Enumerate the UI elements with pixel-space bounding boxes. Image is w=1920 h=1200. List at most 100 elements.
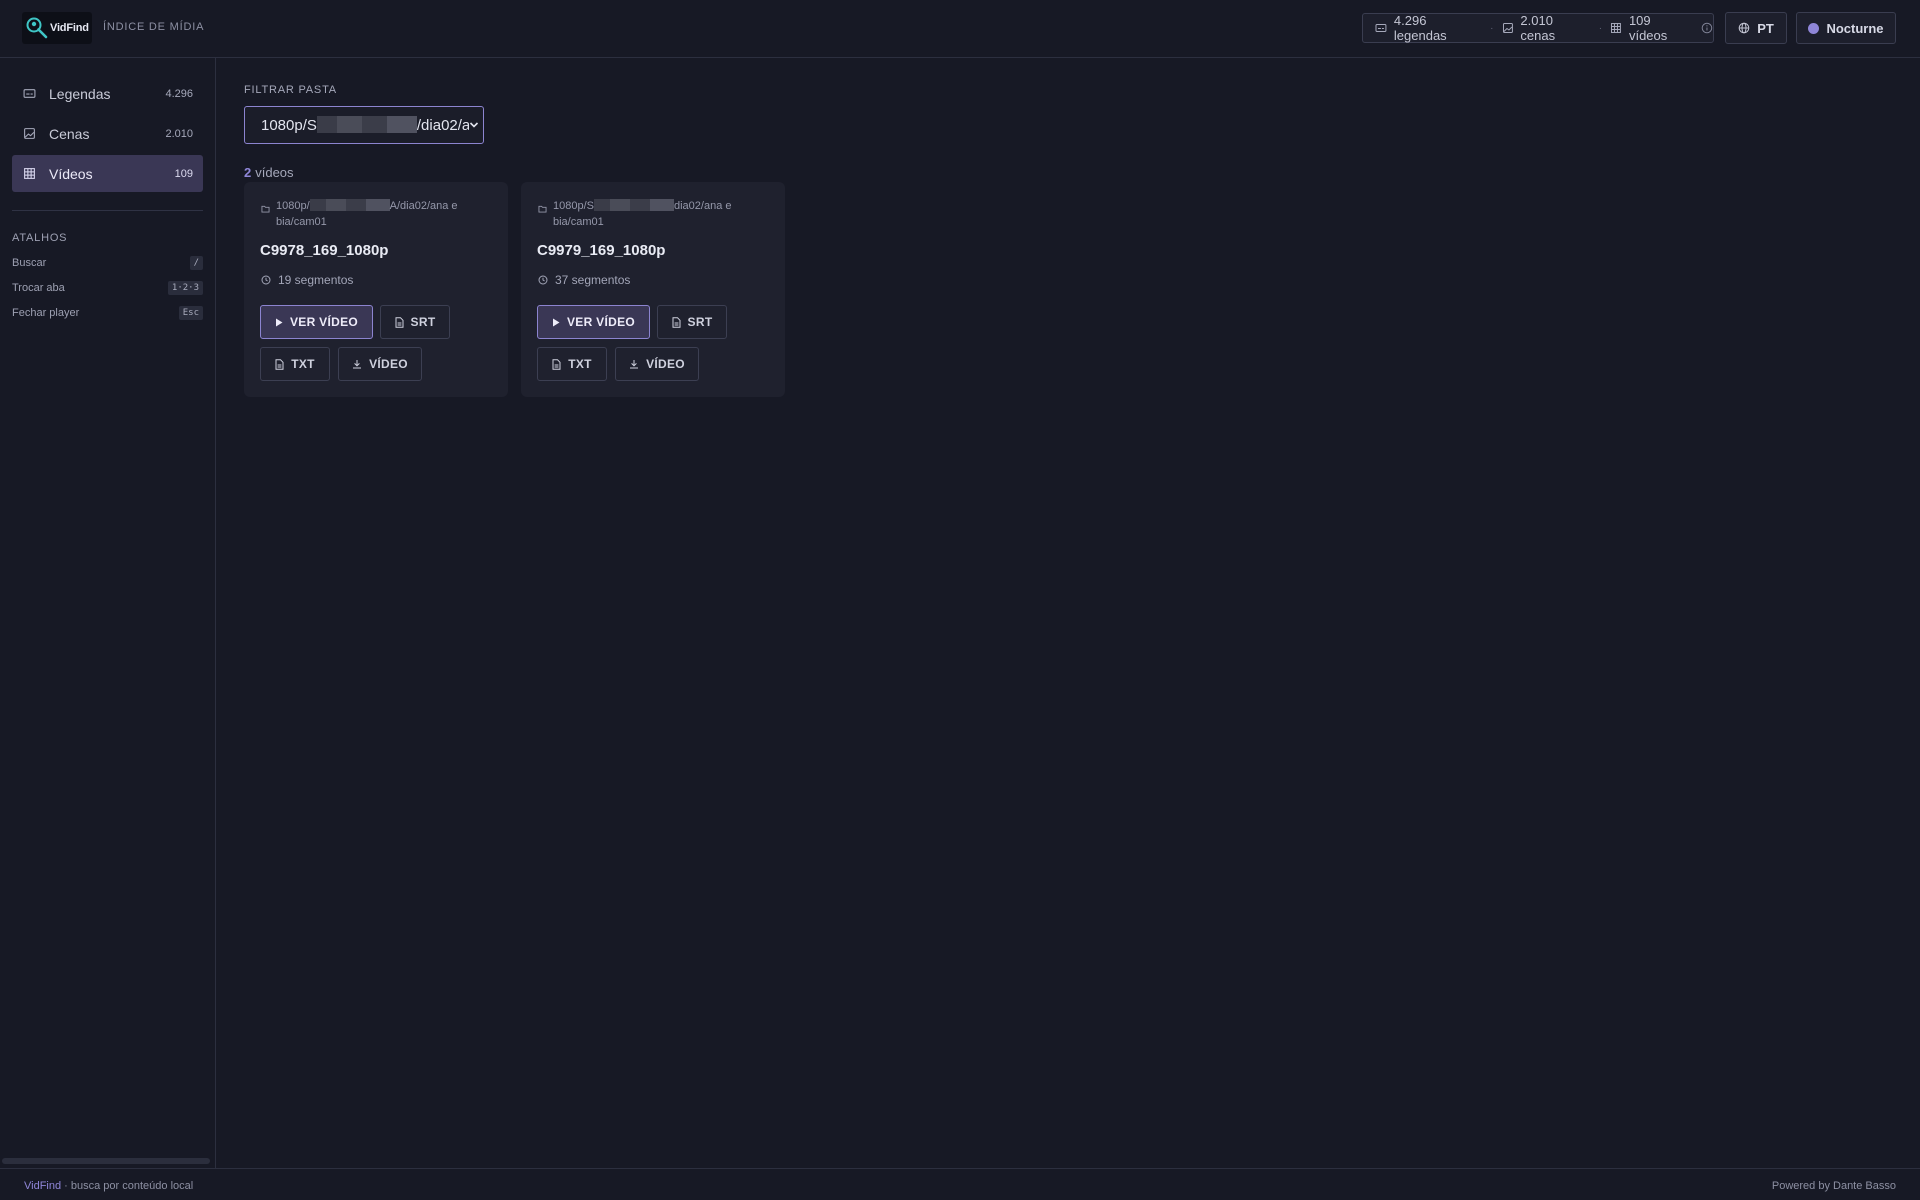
download-txt-button[interactable]: TXT bbox=[260, 347, 330, 381]
info-icon[interactable] bbox=[1701, 22, 1713, 34]
download-srt-button[interactable]: SRT bbox=[380, 305, 450, 339]
watch-video-button[interactable]: VER VÍDEO bbox=[537, 305, 650, 339]
globe-icon bbox=[1738, 22, 1750, 34]
folder-icon bbox=[538, 205, 547, 213]
shortcut-row: Trocar aba 1·2·3 bbox=[12, 279, 203, 297]
grid-icon bbox=[24, 168, 35, 179]
file-icon bbox=[552, 358, 561, 370]
app-subtitle: ÍNDICE DE MÍDIA bbox=[103, 21, 205, 33]
video-card: 1080p/A/dia02/ana e bia/cam01 C9978_169_1… bbox=[244, 182, 508, 397]
download-video-button[interactable]: VÍDEO bbox=[615, 347, 699, 381]
download-txt-button[interactable]: TXT bbox=[537, 347, 607, 381]
txt-label: TXT bbox=[568, 357, 592, 371]
footer-brand[interactable]: VidFind bbox=[24, 1180, 61, 1192]
redacted-block bbox=[316, 116, 417, 133]
theme-color-dot bbox=[1808, 22, 1820, 34]
path-prefix: 1080p/ bbox=[276, 200, 310, 212]
sidebar-item-count: 4.296 bbox=[165, 87, 193, 100]
file-icon bbox=[672, 316, 681, 328]
app-footer: VidFind · busca por conteúdo local Power… bbox=[0, 1168, 1920, 1200]
chevron-down-icon bbox=[469, 122, 479, 128]
magnifier-logo-icon bbox=[26, 17, 48, 39]
sidebar-item-label: Vídeos bbox=[49, 165, 93, 182]
folder-filter-value-suffix: /dia02/a bbox=[416, 117, 469, 134]
download-video-button[interactable]: VÍDEO bbox=[338, 347, 422, 381]
footer-tagline: · busca por conteúdo local bbox=[61, 1180, 194, 1192]
sidebar-item-count: 109 bbox=[174, 167, 193, 180]
watch-video-label: VER VÍDEO bbox=[566, 315, 636, 329]
app-logo[interactable]: VidFind bbox=[22, 12, 92, 44]
subtitles-icon bbox=[1375, 24, 1387, 32]
footer-left: VidFind · busca por conteúdo local bbox=[24, 1180, 193, 1192]
download-srt-button[interactable]: SRT bbox=[657, 305, 727, 339]
stats-summary: 4.296 legendas · 2.010 cenas · 109 vídeo… bbox=[1362, 13, 1714, 43]
stat-separator: · bbox=[1490, 22, 1494, 34]
sidebar-divider bbox=[12, 210, 203, 211]
shortcut-key: / bbox=[189, 256, 203, 270]
video-title: C9978_169_1080p bbox=[260, 242, 389, 259]
results-count-label: vídeos bbox=[255, 165, 294, 180]
sidebar: Legendas 4.296 Cenas 2.010 Vídeos 109 AT… bbox=[0, 58, 216, 1168]
stat-subtitles-text: 4.296 legendas bbox=[1393, 13, 1447, 43]
stat-scenes-text: 2.010 cenas bbox=[1520, 13, 1556, 43]
shortcut-label: Trocar aba bbox=[12, 282, 65, 294]
path-line2: bia/cam01 bbox=[553, 216, 604, 228]
sidebar-item-label: Cenas bbox=[49, 125, 90, 142]
watch-video-label: VER VÍDEO bbox=[289, 315, 359, 329]
language-button[interactable]: PT bbox=[1725, 12, 1787, 44]
video-segments: 19 segmentos bbox=[261, 273, 353, 287]
subtitles-icon bbox=[23, 89, 36, 98]
srt-label: SRT bbox=[687, 315, 713, 329]
video-folder-path: 1080p/A/dia02/ana e bia/cam01 bbox=[261, 198, 486, 230]
filter-label: FILTRAR PASTA bbox=[244, 84, 337, 96]
stat-videos: 109 vídeos bbox=[1610, 13, 1692, 43]
video-segments: 37 segmentos bbox=[538, 273, 630, 287]
redacted-block bbox=[309, 199, 390, 211]
video-segments-text: 19 segmentos bbox=[278, 273, 354, 287]
sidebar-item-label: Legendas bbox=[49, 85, 111, 102]
folder-filter-select[interactable]: 1080p/S/dia02/a bbox=[244, 106, 484, 144]
txt-label: TXT bbox=[291, 357, 315, 371]
stat-separator: · bbox=[1598, 22, 1603, 34]
stat-videos-text: 109 vídeos bbox=[1628, 13, 1668, 43]
play-icon bbox=[275, 318, 283, 326]
shortcuts-title: ATALHOS bbox=[12, 232, 68, 244]
video-card: 1080p/S dia02/ana e bia/cam01 C9979_169_10… bbox=[521, 182, 785, 397]
results-count: 2 vídeos bbox=[244, 165, 294, 180]
theme-label: Nocturne bbox=[1826, 20, 1884, 36]
play-icon bbox=[552, 318, 560, 326]
redacted-block bbox=[593, 199, 674, 211]
shortcut-key: 1·2·3 bbox=[167, 281, 203, 295]
clock-icon bbox=[261, 275, 271, 285]
results-count-number: 2 bbox=[244, 165, 252, 180]
download-icon bbox=[353, 360, 362, 369]
file-icon bbox=[395, 316, 404, 328]
sidebar-scrollbar[interactable] bbox=[2, 1158, 210, 1164]
download-icon bbox=[630, 360, 639, 369]
app-header: VidFind ÍNDICE DE MÍDIA 4.296 legendas ·… bbox=[0, 0, 1920, 58]
grid-icon bbox=[1611, 23, 1621, 33]
folder-filter-value: 1080p/S/dia02/a bbox=[261, 116, 469, 134]
sidebar-item-cenas[interactable]: Cenas 2.010 bbox=[12, 115, 203, 152]
srt-label: SRT bbox=[410, 315, 436, 329]
video-segments-text: 37 segmentos bbox=[555, 273, 631, 287]
sidebar-item-videos[interactable]: Vídeos 109 bbox=[12, 155, 203, 192]
folder-icon bbox=[261, 205, 270, 213]
footer-credit: Powered by Dante Basso bbox=[1771, 1180, 1896, 1192]
path-suffix: dia02/ana e bbox=[673, 200, 732, 212]
theme-button[interactable]: Nocturne bbox=[1796, 12, 1896, 44]
clock-icon bbox=[538, 275, 548, 285]
image-icon bbox=[24, 128, 35, 139]
shortcut-row: Buscar / bbox=[12, 254, 203, 272]
video-title: C9979_169_1080p bbox=[537, 242, 666, 259]
download-video-label: VÍDEO bbox=[369, 357, 408, 371]
video-folder-path-text: 1080p/A/dia02/ana e bia/cam01 bbox=[276, 198, 458, 230]
download-video-label: VÍDEO bbox=[646, 357, 685, 371]
shortcut-key: Esc bbox=[178, 306, 203, 320]
logo-text: VidFind bbox=[50, 22, 89, 34]
sidebar-item-legendas[interactable]: Legendas 4.296 bbox=[12, 75, 203, 112]
shortcut-row: Fechar player Esc bbox=[12, 304, 203, 322]
video-folder-path: 1080p/S dia02/ana e bia/cam01 bbox=[538, 198, 763, 230]
sidebar-item-count: 2.010 bbox=[165, 127, 193, 140]
watch-video-button[interactable]: VER VÍDEO bbox=[260, 305, 373, 339]
